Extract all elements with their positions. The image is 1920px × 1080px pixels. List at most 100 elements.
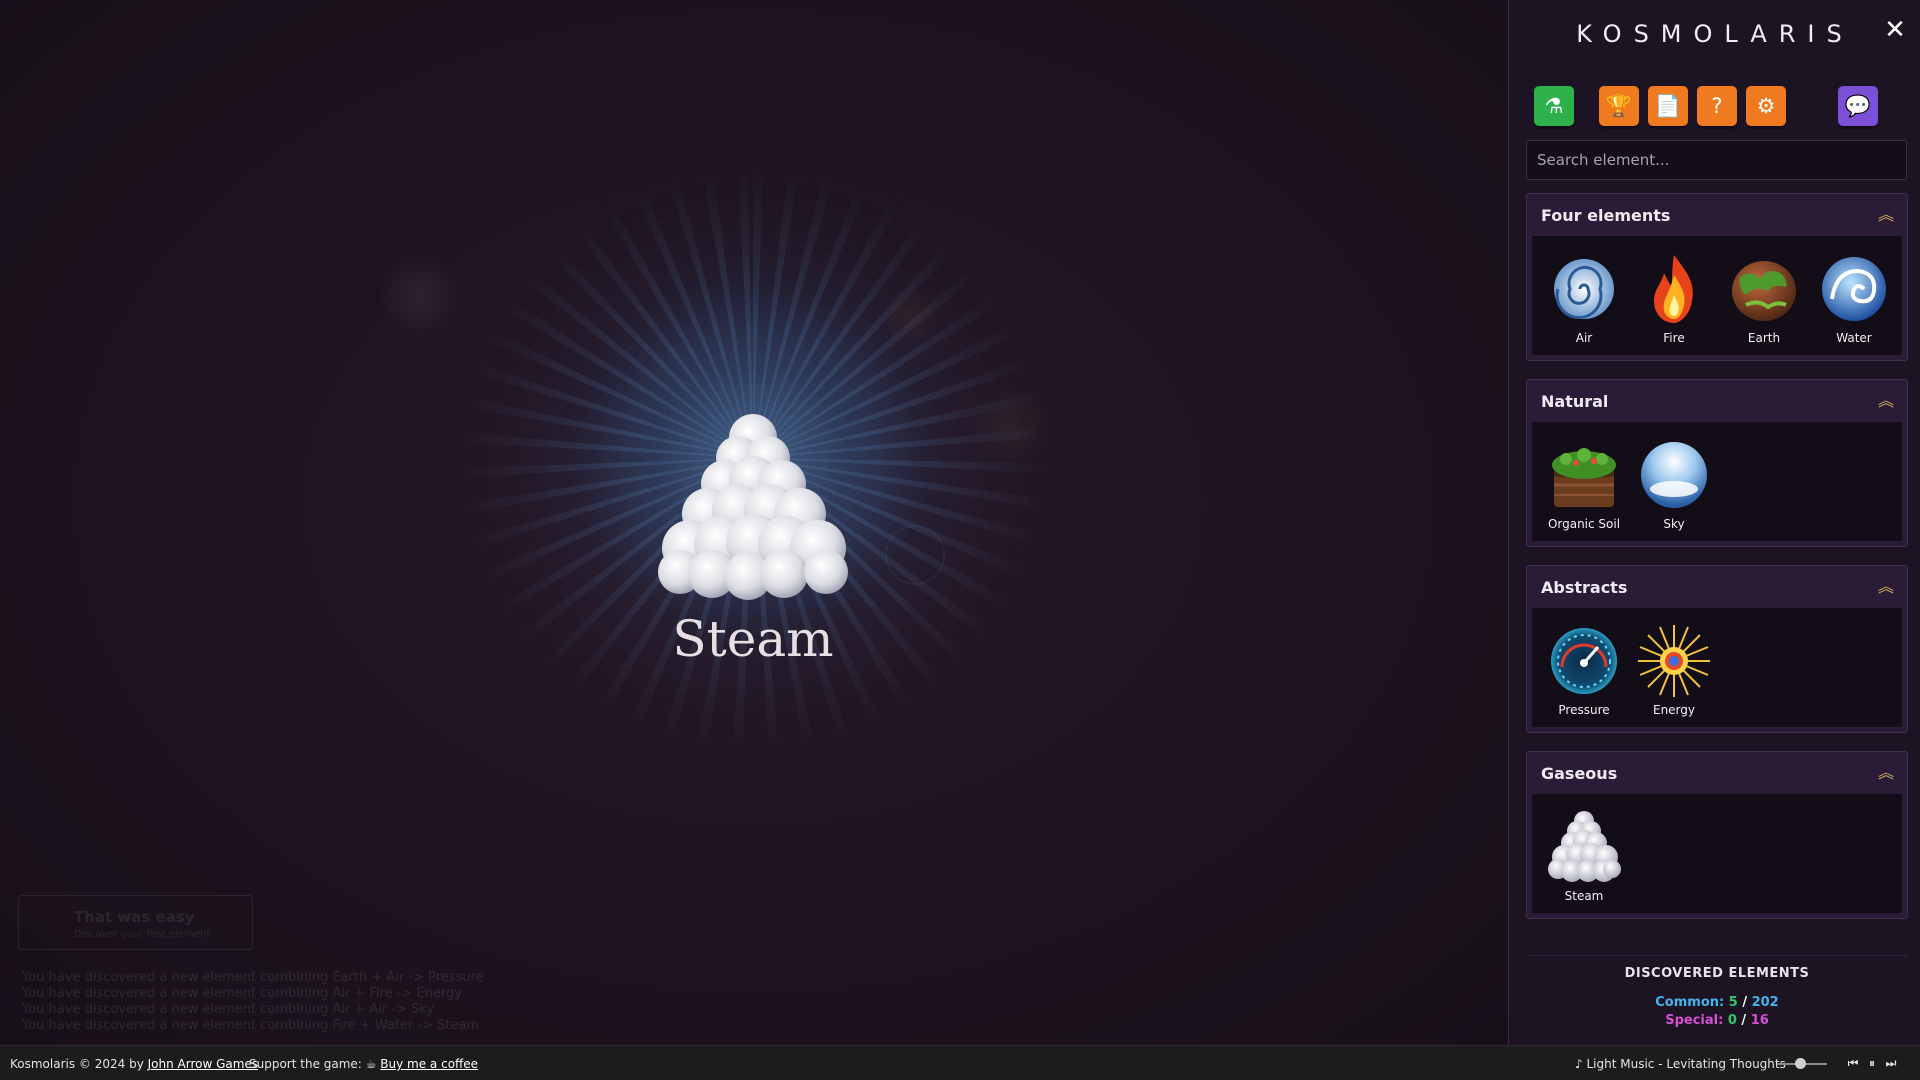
document-icon: 📄 [1654,93,1682,118]
steam-cloud-icon [658,414,848,600]
air-icon [1554,259,1614,320]
element-sidebar: KOSMOLARIS ✕ ⚗ 🏆 📄? ⚙ 💬 Four elements ︽ Air Fir… [1508,0,1920,1045]
category-elements: Organic Soil Sky [1532,422,1902,541]
chat-button[interactable]: 💬 [1838,86,1878,126]
discovery-log: You have discovered a new element combin… [22,970,484,1034]
collapse-chevron-icon[interactable]: ︽ [1875,390,1897,412]
coffee-icon: ☕ [365,1057,377,1071]
category-header[interactable]: Four elements ︽ [1527,194,1907,236]
element-label: Organic Soil [1547,517,1621,531]
chat-icon: 💬 [1844,93,1872,118]
organic-soil-icon [1552,448,1616,507]
discovered-elements-panel: DISCOVERED ELEMENTS Common: 5 / 202 Spec… [1526,955,1908,1028]
element-earth[interactable]: Earth [1719,244,1809,345]
category-gaseous: Gaseous ︽ Steam [1526,751,1908,919]
log-line: You have discovered a new element combin… [22,1002,435,1017]
common-count: Common: 5 / 202 [1655,995,1779,1010]
element-water[interactable]: Water [1809,244,1899,345]
element-steam[interactable]: Steam [1539,802,1629,903]
category-elements: Steam [1532,794,1902,913]
buy-coffee-link[interactable]: Buy me a coffee [380,1057,478,1071]
trophy-icon: 🏆 [1605,93,1633,118]
category-title: Natural [1541,392,1609,411]
special-count: Special: 0 / 16 [1665,1013,1769,1028]
featured-element-name: Steam [672,610,834,668]
settings-button[interactable]: ⚙ [1746,86,1786,126]
logo: KOSMOLARIS [1576,20,1854,48]
toast-title: That was easy [74,908,195,926]
category-four-elements: Four elements ︽ Air Fire Earth Water [1526,193,1908,361]
energy-icon [1638,625,1710,697]
previous-track-icon[interactable]: ⏮ [1844,1054,1862,1072]
log-line: You have discovered a new element combin… [22,986,462,1001]
element-label: Earth [1747,331,1781,345]
element-label: Air [1575,331,1593,345]
gear-icon: ⚙ [1756,94,1776,118]
element-label: Pressure [1558,703,1610,717]
game-stage[interactable]: Steam That was easy Discover your first … [0,0,1508,1045]
special-found: 0 [1727,1013,1737,1028]
element-sky[interactable]: Sky [1629,430,1719,531]
special-total: 16 [1750,1013,1769,1028]
water-icon [1822,257,1886,321]
category-title: Four elements [1541,206,1671,225]
category-elements: Air Fire Earth Water [1532,236,1902,355]
element-air[interactable]: Air [1539,244,1629,345]
author-link[interactable]: John Arrow Games [148,1057,258,1071]
category-elements: Pressure Energy [1532,608,1902,727]
pause-icon[interactable]: ⏸ [1863,1054,1881,1072]
earth-icon [1732,261,1796,321]
achievement-toast: That was easy Discover your first elemen… [18,895,253,950]
search-element-input[interactable] [1526,140,1907,180]
toast-subtitle: Discover your first element [74,929,211,940]
element-label: Energy [1652,703,1695,717]
category-header[interactable]: Gaseous ︽ [1527,752,1907,794]
common-label: Common: [1655,995,1725,1010]
collapse-chevron-icon[interactable]: ︽ [1875,762,1897,784]
steam-icon [1548,811,1621,882]
flask-icon: ⚗ [1544,94,1564,118]
discovered-title: DISCOVERED ELEMENTS [1624,966,1810,981]
faded-element-icon [380,250,460,340]
pressure-icon [1551,628,1617,694]
music-player: ♪ Light Music - Levitating Thoughts [1575,1057,1786,1071]
next-track-icon[interactable]: ⏭ [1882,1054,1900,1072]
lab-flask-button[interactable]: ⚗ [1534,86,1574,126]
notes-button[interactable]: 📄 [1648,86,1688,126]
log-line: You have discovered a new element combin… [22,970,484,985]
music-note-icon: ♪ [1575,1057,1583,1071]
trophy-button[interactable]: 🏆 [1599,86,1639,126]
collapse-chevron-icon[interactable]: ︽ [1875,576,1897,598]
collapse-chevron-icon[interactable]: ︽ [1875,204,1897,226]
footer-bar: Kosmolaris © 2024 by John Arrow Games Su… [0,1045,1920,1080]
copyright-text: Kosmolaris © 2024 by [10,1057,144,1071]
element-organic-soil[interactable]: Organic Soil [1539,430,1629,531]
fire-icon [1654,255,1693,323]
support-area: Support the game: ☕ Buy me a coffee [249,1057,478,1071]
track-title: Light Music - Levitating Thoughts [1586,1057,1786,1071]
common-found: 5 [1728,995,1738,1010]
copyright: Kosmolaris © 2024 by John Arrow Games [10,1057,258,1071]
element-label: Fire [1663,331,1685,345]
log-line: You have discovered a new element combin… [22,1018,479,1033]
volume-knob[interactable] [1794,1058,1806,1069]
category-header[interactable]: Natural ︽ [1527,380,1907,422]
element-pressure[interactable]: Pressure [1539,616,1629,717]
element-label: Sky [1663,517,1685,531]
element-label: Steam [1564,889,1604,903]
element-energy[interactable]: Energy [1629,616,1719,717]
category-abstracts: Abstracts ︽ Pressure Energy [1526,565,1908,733]
question-icon: ? [1711,94,1723,118]
sky-icon [1641,442,1707,508]
category-title: Abstracts [1541,578,1628,597]
category-title: Gaseous [1541,764,1618,783]
category-header[interactable]: Abstracts ︽ [1527,566,1907,608]
close-sidebar-button[interactable]: ✕ [1881,14,1909,46]
support-label: Support the game: [249,1057,362,1071]
element-fire[interactable]: Fire [1629,244,1719,345]
common-total: 202 [1751,995,1779,1010]
category-natural: Natural ︽ Organic Soil Sky [1526,379,1908,547]
element-label: Water [1836,331,1872,345]
special-label: Special: [1665,1013,1724,1028]
help-button[interactable]: ? [1697,86,1737,126]
